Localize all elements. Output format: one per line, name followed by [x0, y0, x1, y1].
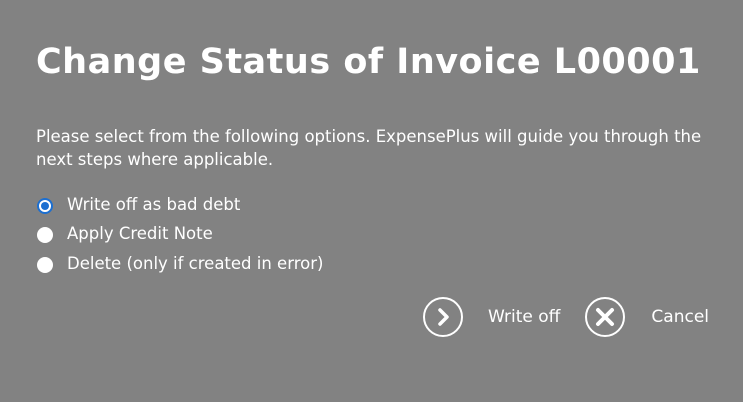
write-off-button[interactable]: Write off	[423, 297, 560, 337]
cancel-button[interactable]: Cancel	[585, 297, 709, 337]
dialog-actions: Write off Cancel	[423, 297, 709, 337]
option-write-off[interactable]: Write off as bad debt	[36, 190, 323, 220]
option-delete[interactable]: Delete (only if created in error)	[36, 249, 323, 279]
close-circle-icon[interactable]	[585, 297, 626, 337]
dialog-title: Change Status of Invoice L00001	[36, 42, 701, 82]
cancel-label[interactable]: Cancel	[651, 307, 709, 327]
option-credit-note[interactable]: Apply Credit Note	[36, 220, 323, 250]
dialog-description: Please select from the following options…	[36, 127, 702, 169]
option-label-credit-note: Apply Credit Note	[67, 224, 213, 244]
option-label-delete: Delete (only if created in error)	[67, 253, 324, 273]
change-status-dialog: Change Status of Invoice L00001 Please s…	[0, 0, 743, 402]
delete-radio[interactable]	[37, 256, 53, 273]
write-off-radio[interactable]	[37, 197, 53, 214]
status-options: Write off as bad debt Apply Credit Note …	[36, 190, 323, 279]
write-off-label[interactable]: Write off	[488, 307, 560, 327]
option-label-write-off: Write off as bad debt	[67, 194, 241, 214]
credit-note-radio[interactable]	[37, 227, 53, 244]
chevron-right-circle-icon[interactable]	[423, 297, 463, 337]
